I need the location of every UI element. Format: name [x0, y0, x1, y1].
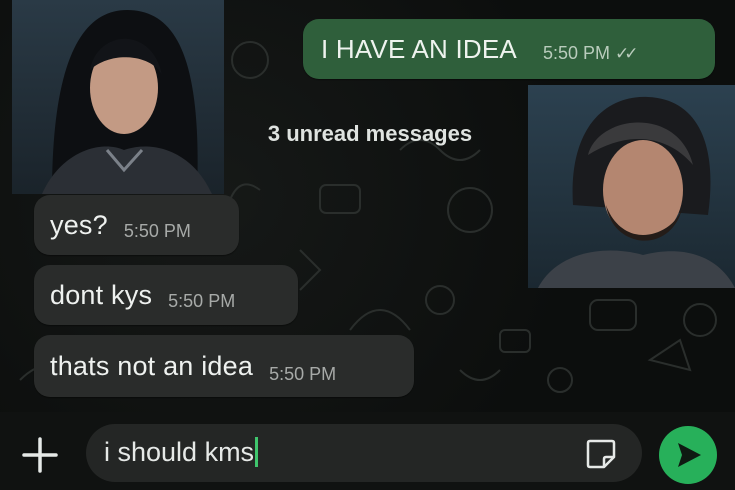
message-text: thats not an idea: [50, 350, 254, 381]
message-timestamp: 5:50 PM ✓✓: [542, 42, 638, 63]
attach-button[interactable]: [18, 433, 62, 477]
message-incoming[interactable]: thats not an idea 5:50 PM: [34, 335, 414, 397]
send-icon: [678, 443, 701, 467]
unread-divider-label: 3 unread messages: [267, 121, 473, 146]
double-check-icon: ✓✓: [614, 43, 638, 63]
message-text: yes?: [50, 209, 108, 240]
message-timestamp: 5:50 PM: [168, 290, 236, 311]
avatar-left: [12, 0, 224, 194]
plus-icon: [22, 437, 58, 473]
message-text: I HAVE AN IDEA: [321, 33, 517, 64]
message-outgoing[interactable]: I HAVE AN IDEA 5:50 PM ✓✓: [303, 19, 715, 79]
sticker-button[interactable]: [584, 437, 618, 471]
message-incoming[interactable]: yes? 5:50 PM: [34, 195, 239, 255]
message-input-text[interactable]: i should kms: [104, 437, 259, 468]
unread-messages-divider: 3 unread messages: [225, 112, 515, 156]
sticker-icon: [586, 439, 616, 469]
message-timestamp: 5:50 PM: [123, 220, 191, 241]
input-value: i should kms: [104, 437, 255, 467]
message-incoming[interactable]: dont kys 5:50 PM: [34, 265, 298, 325]
message-text: dont kys: [50, 279, 153, 310]
text-caret: [255, 437, 259, 467]
avatar-right: [528, 85, 735, 288]
send-button[interactable]: [659, 426, 717, 484]
message-timestamp: 5:50 PM: [269, 363, 337, 384]
